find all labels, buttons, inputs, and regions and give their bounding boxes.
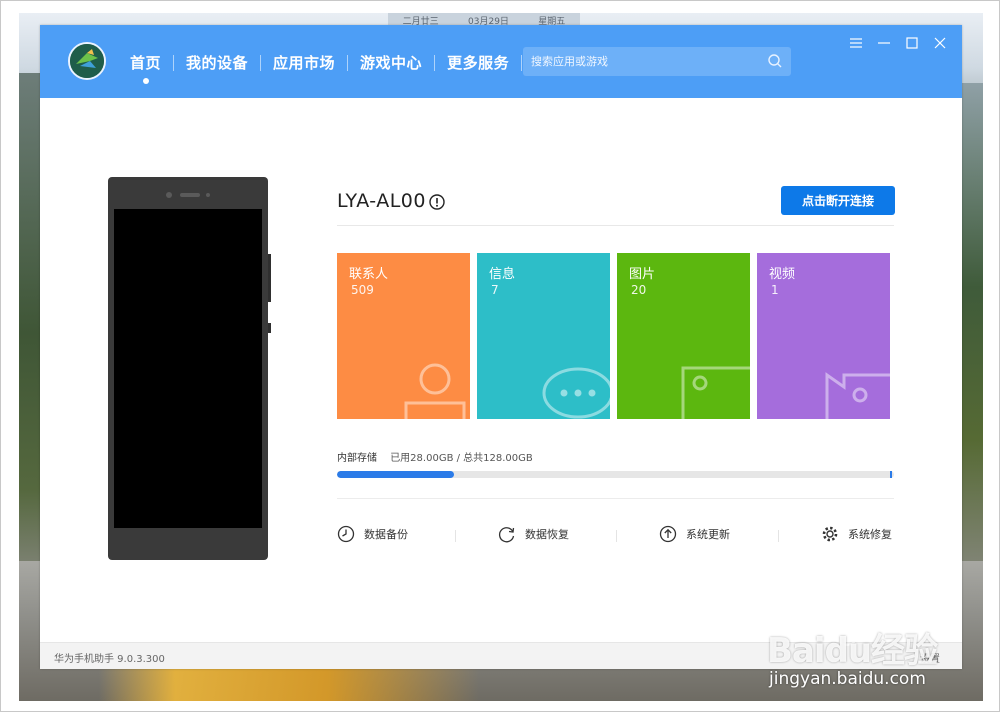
watermark-url: jingyan.baidu.com — [769, 669, 926, 689]
app-version: 华为手机助手 9.0.3.300 — [54, 654, 165, 665]
close-icon[interactable] — [932, 35, 948, 51]
app-header: 首页 我的设备 应用市场 游戏中心 更多服务 — [40, 25, 962, 98]
tile-label: 视频 — [769, 267, 796, 282]
repair-gear-icon — [822, 526, 838, 542]
search-input[interactable] — [531, 55, 761, 68]
divider — [337, 498, 894, 499]
tile-videos[interactable]: 视频 1 — [757, 253, 890, 419]
action-divider — [778, 530, 779, 542]
action-label: 数据恢复 — [525, 528, 569, 541]
backup-clock-icon — [337, 525, 355, 543]
minimize-icon[interactable] — [876, 35, 892, 51]
phone-screen — [114, 209, 262, 528]
video-icon — [825, 372, 890, 419]
system-repair-button[interactable]: 系统修复 — [821, 525, 892, 543]
restore-button[interactable]: 数据恢复 — [498, 525, 569, 543]
tile-label: 联系人 — [349, 267, 389, 282]
watermark-brand: Baidu经验 — [767, 631, 938, 671]
contact-icon — [404, 363, 466, 419]
action-divider — [616, 530, 617, 542]
system-update-button[interactable]: 系统更新 — [659, 525, 730, 543]
tile-label: 信息 — [489, 267, 516, 282]
backup-button[interactable]: 数据备份 — [337, 525, 408, 543]
phone-illustration — [108, 177, 271, 560]
storage-progress-bar — [337, 471, 894, 478]
storage-label: 内部存储 — [337, 453, 377, 464]
nav-my-device[interactable]: 我的设备 — [174, 52, 260, 73]
phone-sensor — [206, 193, 210, 197]
info-icon[interactable] — [429, 194, 445, 210]
message-icon — [542, 367, 610, 419]
storage-progress-end-marker — [890, 471, 892, 478]
maximize-icon[interactable] — [904, 35, 920, 51]
storage-info: 内部存储 已用28.00GB / 总共128.00GB — [337, 449, 533, 464]
app-window: 首页 我的设备 应用市场 游戏中心 更多服务 搜索应用或游戏 LYA-AL00 … — [40, 25, 962, 669]
device-name: LYA-AL00 — [337, 190, 426, 212]
tile-messages[interactable]: 信息 7 — [477, 253, 610, 419]
quick-actions: 数据备份 数据恢复 系统更新 系统修复 — [337, 525, 897, 547]
phone-camera — [166, 192, 172, 198]
nav-more-services[interactable]: 更多服务 — [435, 52, 521, 73]
screenshot-frame: 二月廿三 03月29日 星期五 首页 我的设备 应用市场 游戏中心 更多服务 搜… — [0, 0, 1000, 712]
tile-count: 20 — [631, 283, 647, 297]
action-label: 系统修复 — [848, 528, 892, 541]
baidu-jingyan-watermark: Baidu经验 jingyan.baidu.com — [761, 607, 991, 697]
image-icon — [681, 366, 750, 419]
huawei-assistant-logo-icon — [68, 42, 106, 80]
menu-icon[interactable] — [848, 35, 864, 51]
nav-home[interactable]: 首页 — [118, 52, 173, 84]
nav-divider — [521, 54, 523, 71]
tile-count: 509 — [351, 283, 374, 297]
phone-power-button — [268, 323, 271, 333]
action-label: 数据备份 — [364, 528, 408, 541]
main-nav: 首页 我的设备 应用市场 游戏中心 更多服务 — [118, 52, 523, 84]
window-controls — [848, 35, 948, 51]
search-icon[interactable] — [767, 53, 783, 69]
divider — [337, 225, 894, 226]
phone-speaker — [180, 193, 200, 197]
nav-game-center[interactable]: 游戏中心 — [348, 52, 434, 73]
action-label: 系统更新 — [686, 528, 730, 541]
tile-count: 1 — [771, 283, 779, 297]
storage-usage: 已用28.00GB / 总共128.00GB — [390, 453, 533, 464]
search-box — [523, 47, 791, 76]
phone-volume-button — [268, 254, 271, 302]
tile-count: 7 — [491, 283, 499, 297]
nav-app-market[interactable]: 应用市场 — [261, 52, 347, 73]
tile-label: 图片 — [629, 267, 656, 282]
tile-images[interactable]: 图片 20 — [617, 253, 750, 419]
storage-progress-fill — [337, 471, 454, 478]
hisuite-bird-icon — [70, 44, 104, 78]
disconnect-button[interactable]: 点击断开连接 — [781, 186, 895, 215]
update-arrow-icon — [659, 525, 677, 543]
restore-icon — [499, 527, 515, 543]
tile-contacts[interactable]: 联系人 509 — [337, 253, 470, 419]
action-divider — [455, 530, 456, 542]
